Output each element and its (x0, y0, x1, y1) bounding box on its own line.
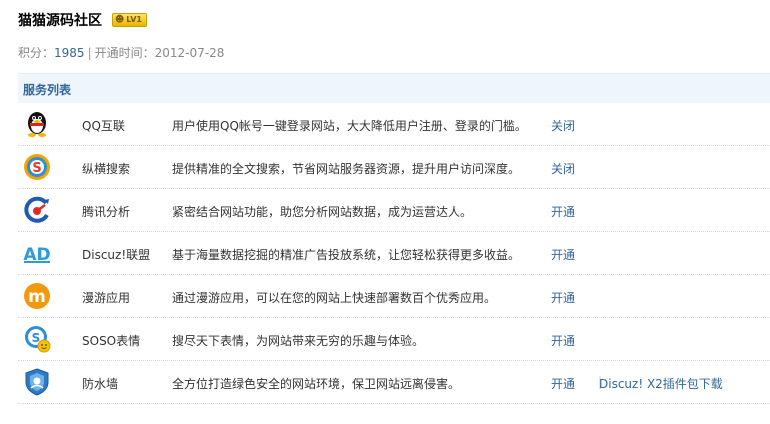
open-service-button[interactable]: 开通 (551, 289, 575, 306)
service-name: 纵横搜索 (82, 162, 131, 176)
points-value: 1985 (54, 46, 85, 60)
service-name: SOSO表情 (82, 334, 141, 348)
ad-union-icon: AD (23, 245, 50, 265)
service-row-qq-connect: QQ互联 用户使用QQ帐号一键登录网站，大大降低用户注册、登录的门槛。 关闭 (18, 103, 770, 146)
service-row-discuz-union: AD Discuz!联盟 基于海量数据挖掘的精准广告投放系统，让您轻松获得更多收… (18, 232, 770, 275)
site-title: 猫猫源码社区 (18, 13, 102, 29)
plugin-download-link[interactable]: Discuz! X2插件包下载 (599, 375, 723, 392)
close-service-button[interactable]: 关闭 (551, 117, 575, 134)
qq-penguin-icon (28, 112, 46, 137)
service-name: QQ互联 (82, 119, 125, 133)
service-description: 全方位打造绿色安全的网站环境，保卫网站远离侵害。 (172, 377, 461, 391)
service-list-title: 服务列表 (23, 83, 72, 97)
service-row-manyou-apps: m 漫游应用 通过漫游应用，可以在您的网站上快速部署数百个优秀应用。 开通 (18, 275, 770, 318)
svg-text:S: S (32, 161, 41, 176)
service-description: 通过漫游应用，可以在您的网站上快速部署数百个优秀应用。 (172, 291, 497, 305)
level-badge-text: LV1 (126, 15, 142, 24)
service-name: Discuz!联盟 (82, 248, 151, 262)
service-row-tencent-analytics: 腾讯分析 紧密结合网站功能，助您分析网站数据，成为运营达人。 开通 (18, 189, 770, 232)
service-description: 基于海量数据挖掘的精准广告投放系统，让您轻松获得更多收益。 (172, 248, 521, 262)
service-description: 用户使用QQ帐号一键登录网站，大大降低用户注册、登录的门槛。 (172, 119, 527, 133)
open-time-value: 2012-07-28 (154, 46, 225, 60)
manyou-app-icon: m (24, 283, 50, 309)
service-name: 防水墙 (82, 377, 119, 391)
open-service-button[interactable]: 开通 (551, 203, 575, 220)
service-description: 提供精准的全文搜索，节省网站服务器资源，提升用户访问深度。 (172, 162, 521, 176)
soso-emoticon-icon: S (25, 326, 51, 353)
firewall-shield-icon (25, 368, 49, 396)
points-label: 积分： (18, 46, 55, 60)
service-list: QQ互联 用户使用QQ帐号一键登录网站，大大降低用户注册、登录的门槛。 关闭 S… (18, 103, 770, 404)
service-name: 漫游应用 (82, 291, 131, 305)
open-service-button[interactable]: 开通 (551, 332, 575, 349)
soso-search-icon: S (24, 154, 50, 180)
meta-separator: | (87, 46, 92, 60)
service-name: 腾讯分析 (82, 205, 131, 219)
site-header: 猫猫源码社区 ☻ LV1 (18, 10, 147, 30)
tencent-analytics-icon (24, 196, 49, 223)
open-time-label: 开通时间： (94, 46, 155, 60)
svg-text:m: m (28, 287, 46, 307)
cat-icon: ☻ (114, 15, 125, 25)
open-service-button[interactable]: 开通 (551, 246, 575, 263)
service-row-search: S 纵横搜索 提供精准的全文搜索，节省网站服务器资源，提升用户访问深度。 关闭 (18, 146, 770, 189)
service-row-soso-emoticons: S SOSO表情 搜尽天下表情，为网站带来无穷的乐趣与体验。 开通 (18, 318, 770, 361)
open-service-button[interactable]: 开通 (551, 375, 575, 392)
service-description: 紧密结合网站功能，助您分析网站数据，成为运营达人。 (172, 205, 473, 219)
account-meta: 积分：1985 | 开通时间：2012-07-28 (18, 44, 224, 61)
close-service-button[interactable]: 关闭 (551, 160, 575, 177)
service-row-firewall: 防水墙 全方位打造绿色安全的网站环境，保卫网站远离侵害。 开通 | Discuz… (18, 361, 770, 404)
level-badge: ☻ LV1 (111, 13, 147, 27)
service-description: 搜尽天下表情，为网站带来无穷的乐趣与体验。 (172, 334, 425, 348)
service-list-header: 服务列表 (18, 73, 770, 103)
